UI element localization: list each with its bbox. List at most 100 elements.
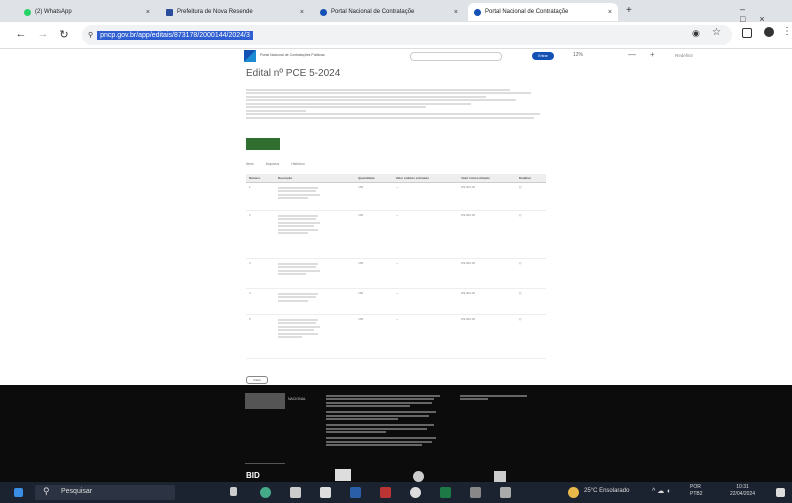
item-number: 4 <box>246 288 275 315</box>
menu-icon[interactable]: ⋮ <box>782 26 792 37</box>
partner-logo-icon <box>494 471 506 482</box>
bookmark-star-icon[interactable]: ☆ <box>712 27 721 38</box>
tab-prefeitura[interactable]: Prefeitura de Nova Resende × <box>160 3 310 21</box>
detalhar-icon[interactable]: ◎ <box>515 314 546 359</box>
close-tab-icon[interactable]: × <box>454 9 458 16</box>
translate-icon[interactable]: ◉ <box>692 28 700 39</box>
item-number: 3 <box>246 258 275 289</box>
file-explorer-icon[interactable] <box>290 487 301 498</box>
col-detalhar: Detalhar <box>515 174 546 183</box>
page-title: Edital nº PCE 5-2024 <box>246 68 341 79</box>
detalhar-icon[interactable]: ◎ <box>515 182 546 211</box>
window-controls[interactable]: –□× <box>740 4 792 24</box>
tab-label: (2) WhatsApp <box>35 9 72 15</box>
item-description <box>274 314 356 359</box>
col-quantidade: Quantidade <box>355 174 393 183</box>
footer-divider <box>245 463 285 464</box>
windows-start-icon[interactable] <box>14 488 23 497</box>
search-input[interactable] <box>410 52 502 61</box>
notification-icon[interactable] <box>776 488 785 497</box>
item-unit-value: — <box>392 314 459 359</box>
tab-historico[interactable]: Histórico <box>291 162 305 166</box>
detalhar-icon[interactable]: ◎ <box>515 258 546 289</box>
app-icon[interactable] <box>380 487 391 498</box>
zoom-in-button[interactable]: + <box>650 50 655 59</box>
edge-icon[interactable] <box>260 487 271 498</box>
table-row: 3 150 — R$ 000,00 ◎ <box>246 258 546 289</box>
lang-label: POR <box>690 484 701 490</box>
url-text[interactable]: pncp.gov.br/app/editais/873178/2000144/2… <box>97 30 253 40</box>
detalhar-icon[interactable]: ◎ <box>515 210 546 259</box>
tab-pncp-1[interactable]: Portal Nacional de Contrataçõe × <box>314 3 464 21</box>
footer-links[interactable] <box>460 393 530 402</box>
site-icon <box>166 8 173 16</box>
weather-text[interactable]: 25°C Ensolarado <box>584 488 629 494</box>
search-placeholder: Pesquisar <box>61 488 93 495</box>
table-row: 5 150 — R$ 000,00 ◎ <box>246 314 546 359</box>
clock[interactable]: 10:31 22/04/2024 <box>730 484 755 498</box>
item-quantity: 150 <box>355 258 393 289</box>
item-unit-value: — <box>392 288 459 315</box>
item-total-value: R$ 000,00 <box>458 182 516 211</box>
item-quantity: 150 <box>355 288 393 315</box>
back-icon[interactable]: ← <box>14 28 28 40</box>
zoom-level: 12% <box>573 52 584 58</box>
browser-tab-bar: (2) WhatsApp × Prefeitura de Nova Resend… <box>0 0 792 24</box>
tab-itens[interactable]: Itens <box>246 162 254 166</box>
item-quantity: 100 <box>355 210 393 259</box>
reload-icon[interactable]: ↻ <box>57 28 71 41</box>
clock-date: 22/04/2024 <box>730 491 756 497</box>
mail-icon[interactable] <box>350 487 361 498</box>
app-icon[interactable] <box>500 487 511 498</box>
items-table: Número Descrição Quantidade Valor unitár… <box>246 174 546 359</box>
task-view-icon[interactable] <box>230 487 237 496</box>
item-description <box>274 288 356 315</box>
chrome-icon[interactable] <box>410 487 421 498</box>
item-description <box>274 210 356 259</box>
tab-pncp-active[interactable]: Portal Nacional de Contrataçõe × <box>468 3 618 21</box>
taskbar-search[interactable]: ⚲ Pesquisar <box>35 485 175 500</box>
language-indicator[interactable]: POR PTB2 <box>690 484 703 498</box>
footer-logo-text: NACIONAL <box>288 397 306 401</box>
close-tab-icon[interactable]: × <box>300 9 304 16</box>
windows-taskbar: ⚲ Pesquisar 25°C Ensolarado ^ ☁ ◖ POR PT… <box>0 482 792 503</box>
zoom-reset-button[interactable]: Redefinir <box>675 53 693 58</box>
url-field[interactable]: ⚲ pncp.gov.br/app/editais/873178/2000144… <box>82 25 732 45</box>
tab-label: Portal Nacional de Contrataçõe <box>331 9 415 15</box>
tab-whatsapp[interactable]: (2) WhatsApp × <box>18 3 156 21</box>
col-descricao: Descrição <box>274 174 356 183</box>
footer-logo-icon <box>245 393 285 409</box>
split-view-icon[interactable] <box>742 28 752 38</box>
item-number: 2 <box>246 210 275 259</box>
table-header-row: Número Descrição Quantidade Valor unitár… <box>246 174 546 183</box>
close-tab-icon[interactable]: × <box>146 9 150 16</box>
entrar-button[interactable]: Entrar <box>532 52 554 60</box>
new-tab-button[interactable]: + <box>626 5 632 16</box>
lang-sub-label: PTB2 <box>690 491 703 497</box>
forward-icon[interactable]: → <box>36 28 50 40</box>
voltar-button[interactable]: Voltar <box>246 376 268 384</box>
excel-icon[interactable] <box>440 487 451 498</box>
tray-icons[interactable]: ^ ☁ ◖ <box>652 487 670 495</box>
item-description <box>274 258 356 289</box>
site-info-icon[interactable]: ⚲ <box>88 31 93 39</box>
tab-label: Prefeitura de Nova Resende <box>177 9 253 15</box>
item-total-value: R$ 000,00 <box>458 210 516 259</box>
site-footer: NACIONAL BID <box>0 385 792 485</box>
close-tab-icon[interactable]: × <box>608 9 612 16</box>
item-total-value: R$ 000,00 <box>458 288 516 315</box>
table-row: 4 150 — R$ 000,00 ◎ <box>246 288 546 315</box>
app-icon[interactable] <box>470 487 481 498</box>
download-button[interactable] <box>246 138 280 150</box>
zoom-out-button[interactable]: — <box>628 50 636 59</box>
weather-icon <box>568 487 579 498</box>
profile-avatar-icon[interactable] <box>764 27 774 37</box>
detalhar-icon[interactable]: ◎ <box>515 288 546 315</box>
tab-arquivos[interactable]: Arquivos <box>266 162 280 166</box>
store-icon[interactable] <box>320 487 331 498</box>
item-quantity: 150 <box>355 182 393 211</box>
pncp-icon <box>320 8 327 16</box>
partner-logo-icon <box>413 471 424 482</box>
pncp-icon <box>474 8 481 16</box>
item-total-value: R$ 000,00 <box>458 314 516 359</box>
